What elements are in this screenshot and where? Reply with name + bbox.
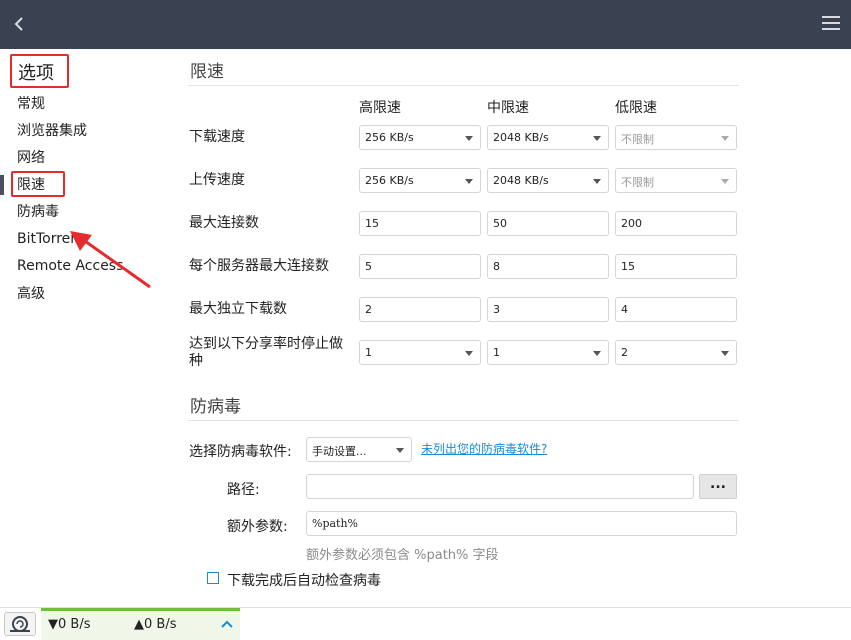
back-icon[interactable] xyxy=(10,12,32,36)
antivirus-select-label: 选择防病毒软件: xyxy=(189,444,292,460)
speed-indicator[interactable]: ▼0 B/s ▲0 B/s xyxy=(41,608,240,640)
max-connections-high-input[interactable]: 15 xyxy=(359,211,481,236)
per-server-connections-high-input[interactable]: 5 xyxy=(359,254,481,279)
download-speed-text: ▼0 B/s xyxy=(48,617,91,632)
browse-button[interactable]: ... xyxy=(699,474,737,499)
sidebar-item-antivirus[interactable]: 防病毒 xyxy=(17,203,59,221)
section-title-antivirus: 防病毒 xyxy=(190,397,241,417)
column-header-high: 高限速 xyxy=(359,100,401,116)
sidebar: 选项 常规 浏览器集成 网络 限速 防病毒 BitTorrent Remote … xyxy=(0,49,170,607)
path-input[interactable] xyxy=(306,474,694,499)
download-speed-high-select[interactable]: 256 KB/s xyxy=(359,125,481,150)
column-header-low: 低限速 xyxy=(615,100,657,116)
seed-ratio-medium-select[interactable]: 1 xyxy=(487,340,609,365)
download-speed-medium-select[interactable]: 2048 KB/s xyxy=(487,125,609,150)
download-speed-low-select[interactable]: 不限制 xyxy=(615,125,737,150)
speed-limit-snail-icon[interactable] xyxy=(4,612,36,636)
seed-ratio-high-select[interactable]: 1 xyxy=(359,340,481,365)
extra-args-hint: 额外参数必须包含 %path% 字段 xyxy=(306,548,499,563)
per-server-connections-medium-input[interactable]: 8 xyxy=(487,254,609,279)
upload-speed-medium-select[interactable]: 2048 KB/s xyxy=(487,168,609,193)
sidebar-item-network[interactable]: 网络 xyxy=(17,149,45,167)
sidebar-item-advanced[interactable]: 高级 xyxy=(17,285,45,303)
auto-scan-label[interactable]: 下载完成后自动检查病毒 xyxy=(227,570,381,590)
max-connections-medium-input[interactable]: 50 xyxy=(487,211,609,236)
max-connections-low-input[interactable]: 200 xyxy=(615,211,737,236)
upload-speed-low-select[interactable]: 不限制 xyxy=(615,168,737,193)
sidebar-title: 选项 xyxy=(10,54,69,88)
annotation-arrow-icon xyxy=(70,231,151,289)
divider xyxy=(188,85,739,86)
upload-speed-high-select[interactable]: 256 KB/s xyxy=(359,168,481,193)
per-server-connections-low-input[interactable]: 15 xyxy=(615,254,737,279)
row-label-upload-speed: 上传速度 xyxy=(189,172,245,188)
row-label-download-speed: 下载速度 xyxy=(189,129,245,145)
sidebar-item-browser-integration[interactable]: 浏览器集成 xyxy=(17,122,87,140)
auto-scan-checkbox[interactable] xyxy=(207,572,219,584)
row-label-max-connections-per-server: 每个服务器最大连接数 xyxy=(189,258,329,274)
row-label-seed-ratio: 达到以下分享率时停止做种 xyxy=(189,336,343,369)
row-label-max-downloads: 最大独立下载数 xyxy=(189,301,287,317)
column-header-medium: 中限速 xyxy=(487,100,529,116)
title-bar xyxy=(0,0,851,49)
divider xyxy=(188,420,739,421)
upload-speed-text: ▲0 B/s xyxy=(134,617,177,632)
extra-args-label: 额外参数: xyxy=(227,519,288,535)
antivirus-select[interactable]: 手动设置... xyxy=(306,437,412,462)
status-bar: ▼0 B/s ▲0 B/s xyxy=(0,607,851,640)
active-indicator xyxy=(0,175,4,195)
row-label-max-connections: 最大连接数 xyxy=(189,215,259,231)
max-downloads-low-input[interactable]: 4 xyxy=(615,297,737,322)
max-downloads-medium-input[interactable]: 3 xyxy=(487,297,609,322)
seed-ratio-low-select[interactable]: 2 xyxy=(615,340,737,365)
section-title-speed-limit: 限速 xyxy=(190,62,224,82)
antivirus-not-listed-link[interactable]: 未列出您的防病毒软件? xyxy=(421,440,547,457)
sidebar-item-speed-limit[interactable]: 限速 xyxy=(17,176,45,194)
path-label: 路径: xyxy=(227,482,260,498)
extra-args-input[interactable]: %path% xyxy=(306,511,737,536)
max-downloads-high-input[interactable]: 2 xyxy=(359,297,481,322)
hamburger-menu-icon[interactable] xyxy=(822,15,840,31)
chevron-up-icon[interactable] xyxy=(221,619,233,629)
sidebar-item-general[interactable]: 常规 xyxy=(17,95,45,113)
